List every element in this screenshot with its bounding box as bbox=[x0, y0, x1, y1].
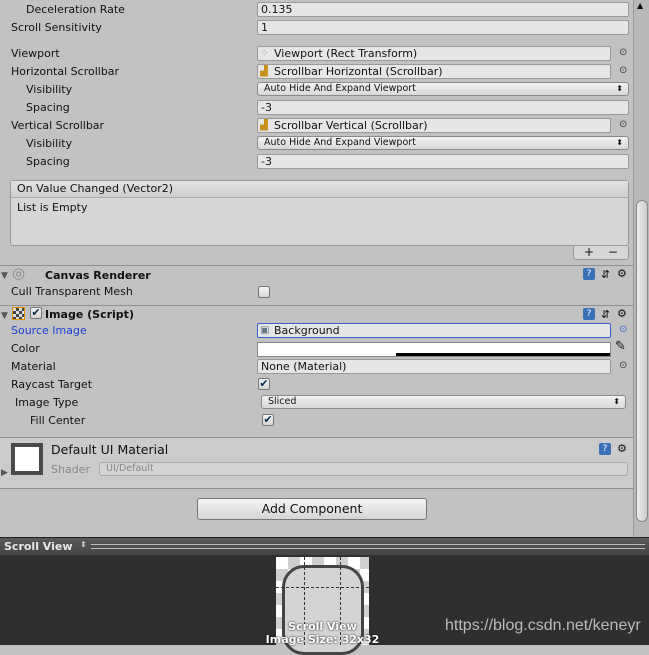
preview-title-dropdown[interactable]: Scroll View bbox=[4, 540, 73, 553]
raycast-target-checkbox[interactable]: ✔ bbox=[258, 378, 270, 390]
on-value-changed-event: On Value Changed (Vector2) List is Empty bbox=[10, 180, 629, 246]
dropdown-arrow-icon: ⬍ bbox=[616, 84, 623, 93]
add-listener-button[interactable]: + bbox=[584, 246, 594, 258]
watermark: https://blog.csdn.net/keneyr bbox=[445, 617, 641, 634]
settings-icon[interactable]: ⚙ bbox=[617, 307, 627, 321]
shader-dropdown[interactable]: UI/Default bbox=[99, 462, 628, 476]
h-spacing-label: Spacing bbox=[26, 101, 70, 114]
material-field[interactable]: None (Material) bbox=[257, 359, 611, 374]
image-type-label: Image Type bbox=[15, 396, 79, 409]
resize-handle[interactable] bbox=[91, 544, 645, 549]
h-spacing-field[interactable]: -3 bbox=[257, 100, 629, 115]
source-image-label: Source Image bbox=[11, 324, 87, 337]
horizontal-scrollbar-value: Scrollbar Horizontal (Scrollbar) bbox=[274, 65, 443, 78]
add-component-button[interactable]: Add Component bbox=[197, 498, 427, 520]
h-visibility-dropdown[interactable]: Auto Hide And Expand Viewport ⬍ bbox=[257, 82, 629, 96]
inspector-scrollbar[interactable]: ▲ bbox=[633, 0, 649, 537]
color-field[interactable] bbox=[257, 342, 611, 357]
image-enabled-checkbox[interactable]: ✔ bbox=[30, 307, 42, 319]
canvas-renderer-icon: ◎ bbox=[12, 264, 26, 282]
fill-center-label: Fill Center bbox=[30, 414, 86, 427]
scrollbar-thumb[interactable] bbox=[636, 200, 648, 522]
divider bbox=[0, 305, 633, 306]
divider bbox=[0, 488, 633, 489]
scrollbar-icon: ▟ bbox=[260, 120, 268, 131]
deceleration-rate-field[interactable]: 0.135 bbox=[257, 2, 629, 17]
v-visibility-value: Auto Hide And Expand Viewport bbox=[264, 137, 416, 148]
preview-caption: Scroll View bbox=[288, 620, 357, 633]
sprite-icon: ▣ bbox=[260, 325, 270, 336]
settings-icon[interactable]: ⚙ bbox=[617, 442, 627, 456]
scroll-up-icon[interactable]: ▲ bbox=[637, 1, 643, 10]
object-picker-icon[interactable]: ⊙ bbox=[619, 324, 627, 335]
source-image-value: Background bbox=[274, 324, 340, 337]
canvas-renderer-title: Canvas Renderer bbox=[45, 269, 151, 282]
v-visibility-dropdown[interactable]: Auto Hide And Expand Viewport ⬍ bbox=[257, 136, 629, 150]
eyedropper-icon[interactable]: ✎ bbox=[615, 340, 626, 354]
settings-icon[interactable]: ⚙ bbox=[617, 267, 627, 281]
foldout-collapsed-icon[interactable]: ▶ bbox=[1, 466, 8, 480]
v-spacing-field[interactable]: -3 bbox=[257, 154, 629, 169]
cull-transparent-mesh-label: Cull Transparent Mesh bbox=[11, 285, 133, 298]
foldout-icon[interactable]: ▼ bbox=[1, 269, 8, 283]
material-label: Material bbox=[11, 360, 56, 373]
v-spacing-label: Spacing bbox=[26, 155, 70, 168]
scroll-sensitivity-field[interactable]: 1 bbox=[257, 20, 629, 35]
preview-area: Scroll View Image Size: 32x32 https://bl… bbox=[0, 555, 649, 655]
object-picker-icon[interactable]: ⊙ bbox=[619, 360, 627, 371]
image-type-value: Sliced bbox=[268, 396, 297, 407]
scrollbar-icon: ▟ bbox=[260, 66, 268, 77]
scroll-sensitivity-label: Scroll Sensitivity bbox=[11, 21, 102, 34]
viewport-field[interactable]: ⁘ Viewport (Rect Transform) bbox=[257, 46, 611, 61]
image-title: Image (Script) bbox=[45, 308, 134, 321]
help-icon[interactable]: ? bbox=[583, 268, 595, 280]
color-label: Color bbox=[11, 342, 40, 355]
alpha-bar bbox=[396, 353, 610, 356]
image-component-icon bbox=[12, 307, 25, 320]
object-picker-icon[interactable]: ⊙ bbox=[619, 47, 627, 58]
remove-listener-button[interactable]: − bbox=[608, 246, 618, 258]
source-image-field[interactable]: ▣ Background bbox=[257, 323, 611, 338]
h-visibility-label: Visibility bbox=[26, 83, 73, 96]
rect-transform-icon: ⁘ bbox=[260, 48, 269, 59]
presets-icon[interactable]: ⇵ bbox=[601, 268, 610, 282]
fill-center-checkbox[interactable]: ✔ bbox=[262, 414, 274, 426]
image-size-text: Image Size: 32x32 bbox=[265, 633, 380, 646]
cull-transparent-mesh-checkbox[interactable] bbox=[258, 286, 270, 298]
shader-value: UI/Default bbox=[106, 463, 154, 474]
material-preview bbox=[11, 443, 43, 475]
horizontal-scrollbar-field[interactable]: ▟ Scrollbar Horizontal (Scrollbar) bbox=[257, 64, 611, 79]
event-empty-text: List is Empty bbox=[17, 201, 88, 214]
dropdown-arrow-icon: ⬍ bbox=[616, 138, 623, 147]
presets-icon[interactable]: ⇵ bbox=[601, 308, 610, 322]
dropdown-arrow-icon: ⬍ bbox=[613, 397, 620, 406]
v-visibility-label: Visibility bbox=[26, 137, 73, 150]
object-picker-icon[interactable]: ⊙ bbox=[619, 65, 627, 76]
raycast-target-label: Raycast Target bbox=[11, 378, 93, 391]
vertical-scrollbar-field[interactable]: ▟ Scrollbar Vertical (Scrollbar) bbox=[257, 118, 611, 133]
dropdown-arrow-icon: ⬍ bbox=[80, 540, 87, 549]
event-header: On Value Changed (Vector2) bbox=[11, 181, 628, 198]
viewport-value: Viewport (Rect Transform) bbox=[274, 47, 418, 60]
image-type-dropdown[interactable]: Sliced ⬍ bbox=[261, 395, 626, 409]
viewport-label: Viewport bbox=[11, 47, 60, 60]
vertical-scrollbar-label: Vertical Scrollbar bbox=[11, 119, 105, 132]
vertical-scrollbar-value: Scrollbar Vertical (Scrollbar) bbox=[274, 119, 428, 132]
help-icon[interactable]: ? bbox=[599, 443, 611, 455]
shader-label: Shader bbox=[51, 463, 90, 476]
foldout-icon[interactable]: ▼ bbox=[1, 309, 8, 323]
divider bbox=[0, 265, 633, 266]
preview-header: Scroll View ⬍ bbox=[0, 537, 649, 555]
deceleration-rate-label: Deceleration Rate bbox=[26, 3, 125, 16]
object-picker-icon[interactable]: ⊙ bbox=[619, 119, 627, 130]
material-name: Default UI Material bbox=[51, 442, 169, 457]
help-icon[interactable]: ? bbox=[583, 308, 595, 320]
horizontal-scrollbar-label: Horizontal Scrollbar bbox=[11, 65, 120, 78]
h-visibility-value: Auto Hide And Expand Viewport bbox=[264, 83, 416, 94]
